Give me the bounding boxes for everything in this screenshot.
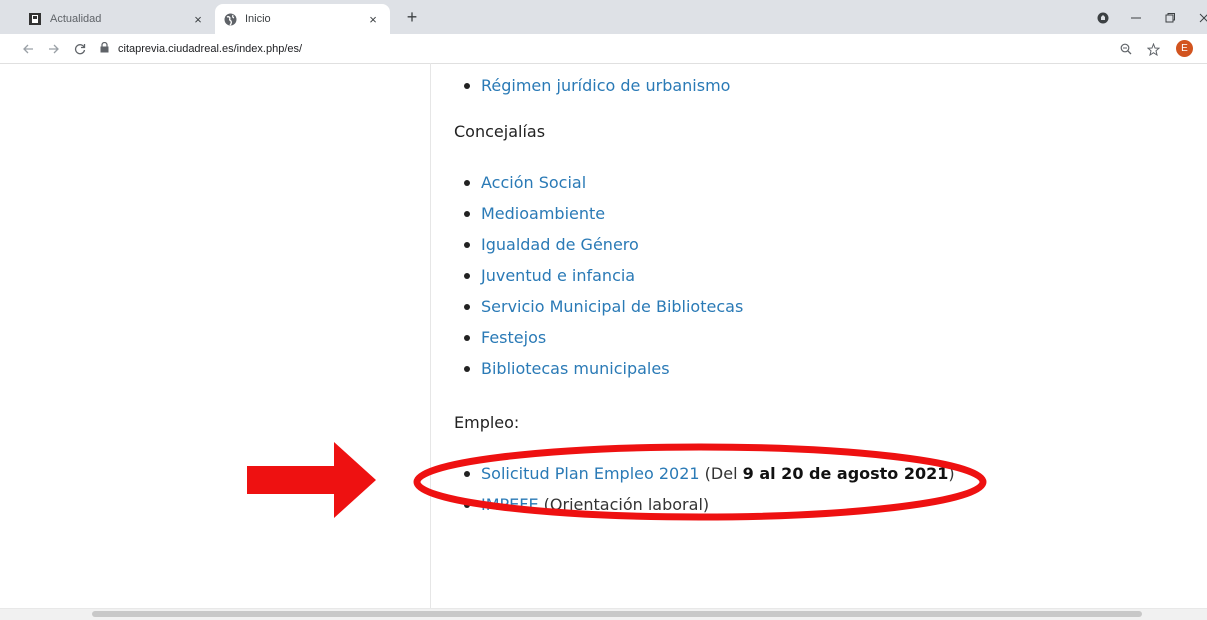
sidebar-divider	[430, 63, 431, 608]
site-favicon-icon	[28, 12, 42, 26]
forward-icon[interactable]	[44, 39, 64, 59]
bullet	[464, 273, 470, 279]
list-item: Medioambiente	[454, 198, 1154, 229]
link-festejos[interactable]: Festejos	[481, 328, 546, 347]
concejalias-heading: Concejalías	[454, 122, 546, 141]
tab-title: Inicio	[245, 13, 271, 25]
list-item: Igualdad de Género	[454, 229, 1154, 260]
main-content: Régimen jurídico de urbanismo Concejalía…	[454, 70, 1154, 520]
link-impefe[interactable]: IMPEFE	[481, 495, 539, 514]
tab-actualidad[interactable]: Actualidad ×	[20, 4, 215, 34]
profile-avatar[interactable]: E	[1176, 40, 1193, 57]
reload-icon[interactable]	[70, 39, 90, 59]
bullet	[464, 304, 470, 310]
horizontal-scrollbar[interactable]	[0, 608, 1207, 620]
close-window-icon[interactable]	[1194, 8, 1207, 28]
date-range-suffix: )	[948, 464, 955, 483]
tab-strip: Actualidad × Inicio × +	[0, 0, 1207, 34]
list-item: IMPEFE (Orientación laboral)	[454, 489, 1154, 520]
list-item: Festejos	[454, 322, 1154, 353]
bullet	[464, 242, 470, 248]
maximize-icon[interactable]	[1160, 8, 1180, 28]
list-item: Bibliotecas municipales	[454, 353, 1154, 384]
link-igualdad-genero[interactable]: Igualdad de Género	[481, 235, 639, 254]
link-accion-social[interactable]: Acción Social	[481, 173, 586, 192]
extensions-icon[interactable]	[1093, 8, 1113, 28]
concejalias-list: Acción Social Medioambiente Igualdad de …	[454, 167, 1154, 384]
globe-icon	[223, 12, 237, 26]
date-range: 9 al 20 de agosto 2021	[742, 464, 949, 483]
url-text: citaprevia.ciudadreal.es/index.php/es/	[118, 43, 303, 55]
address-bar[interactable]: citaprevia.ciudadreal.es/index.php/es/	[100, 41, 302, 57]
bullet	[464, 471, 470, 477]
minimize-icon[interactable]	[1126, 8, 1146, 28]
tab-title: Actualidad	[50, 13, 102, 25]
impefe-note: (Orientación laboral)	[538, 495, 710, 514]
list-item: Servicio Municipal de Bibliotecas	[454, 291, 1154, 322]
link-medioambiente[interactable]: Medioambiente	[481, 204, 605, 223]
list-item: Régimen jurídico de urbanismo	[454, 70, 1154, 101]
bullet	[464, 502, 470, 508]
link-servicio-bibliotecas[interactable]: Servicio Municipal de Bibliotecas	[481, 297, 743, 316]
link-bibliotecas-municipales[interactable]: Bibliotecas municipales	[481, 359, 670, 378]
red-arrow-icon	[247, 442, 376, 518]
lock-icon	[100, 41, 110, 56]
bullet	[464, 211, 470, 217]
back-icon[interactable]	[18, 39, 38, 59]
browser-toolbar: citaprevia.ciudadreal.es/index.php/es/ E	[0, 34, 1207, 64]
empleo-heading: Empleo:	[454, 413, 520, 432]
bullet	[464, 335, 470, 341]
list-item: Acción Social	[454, 167, 1154, 198]
avatar-initial: E	[1181, 43, 1188, 54]
new-tab-button[interactable]: +	[402, 8, 422, 28]
link-regimen-juridico[interactable]: Régimen jurídico de urbanismo	[481, 76, 730, 95]
link-juventud-infancia[interactable]: Juventud e infancia	[481, 266, 635, 285]
empleo-list: Solicitud Plan Empleo 2021 (Del 9 al 20 …	[454, 458, 1154, 520]
list-item: Juventud e infancia	[454, 260, 1154, 291]
bullet	[464, 366, 470, 372]
bookmark-star-icon[interactable]	[1143, 39, 1163, 59]
tab-inicio[interactable]: Inicio ×	[215, 4, 390, 34]
bullet	[464, 180, 470, 186]
zoom-icon[interactable]	[1116, 39, 1136, 59]
tab-close-icon[interactable]: ×	[189, 10, 207, 28]
list-item: Solicitud Plan Empleo 2021 (Del 9 al 20 …	[454, 458, 1154, 489]
date-range-prefix: (Del	[699, 464, 743, 483]
tab-close-icon[interactable]: ×	[364, 10, 382, 28]
link-solicitud-plan-empleo[interactable]: Solicitud Plan Empleo 2021	[481, 464, 700, 483]
scrollbar-thumb[interactable]	[92, 611, 1142, 617]
bullet	[464, 83, 470, 89]
top-list: Régimen jurídico de urbanismo	[454, 70, 1154, 101]
